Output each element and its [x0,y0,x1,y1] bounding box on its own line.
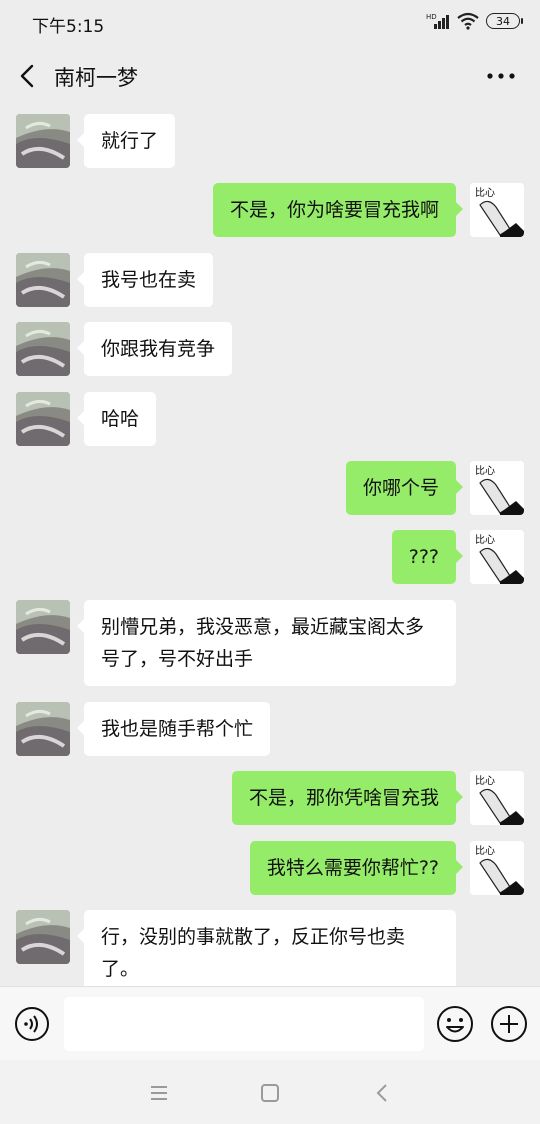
avatar[interactable] [16,114,70,168]
avatar[interactable] [16,702,70,756]
avatar-text: 比心 [475,187,495,199]
avatar-text: 比心 [475,775,495,787]
self-avatar[interactable]: 比心 [470,841,524,895]
avatar-text: 比心 [475,845,495,857]
message-list[interactable]: 就行了 比心 不是，你为啥要冒充我啊 我号也在卖 你跟我有竞争 哈哈 比心 你哪… [0,108,540,986]
message-bubble[interactable]: 你跟我有竞争 [76,322,233,376]
avatar[interactable] [16,910,70,964]
message-bubble[interactable]: 就行了 [76,114,176,168]
battery-level: 34 [496,14,510,28]
message-input[interactable] [64,997,424,1051]
battery-indicator: 34 [486,13,523,29]
more-dots-icon[interactable] [486,66,516,86]
smile-icon[interactable] [436,1005,474,1043]
message-bubble[interactable]: 不是，你为啥要冒充我啊 [212,183,464,237]
wifi-icon [457,12,479,30]
plus-icon[interactable] [490,1005,528,1043]
message-bubble[interactable]: 我特么需要你帮忙?? [249,841,464,895]
avatar[interactable] [16,253,70,307]
status-time: 下午5:15 [32,17,105,37]
self-avatar[interactable]: 比心 [470,461,524,515]
system-nav-bar [0,1060,540,1124]
message-bubble[interactable]: 你哪个号 [345,461,464,515]
message-bubble[interactable]: 别懵兄弟，我没恶意，最近藏宝阁太多号了，号不好出手 [77,600,456,686]
chat-header: 南柯一梦 [0,46,540,108]
message-bubble[interactable]: ??? [391,530,464,584]
self-avatar[interactable]: 比心 [470,771,524,825]
voice-icon[interactable] [14,1006,50,1042]
message-bubble[interactable]: 我号也在卖 [76,253,214,307]
chat-title: 南柯一梦 [54,66,138,90]
message-bubble[interactable]: 哈哈 [76,392,157,446]
status-bar: 下午5:15 HD 34 [0,0,540,46]
menu-icon[interactable] [144,1078,174,1108]
avatar[interactable] [16,322,70,376]
avatar-text: 比心 [475,534,495,546]
avatar[interactable] [16,600,70,654]
avatar-text: 比心 [475,465,495,477]
nav-back-icon[interactable] [368,1078,398,1108]
message-bubble[interactable]: 不是，那你凭啥冒充我 [231,771,464,825]
message-bubble[interactable]: 行，没别的事就散了，反正你号也卖了。 [77,910,456,986]
chevron-left-icon[interactable] [14,60,42,92]
self-avatar[interactable]: 比心 [470,183,524,237]
avatar[interactable] [16,392,70,446]
svg-text:HD: HD [426,13,437,21]
message-bubble[interactable]: 我也是随手帮个忙 [76,702,271,756]
signal-icon: HD [426,13,449,29]
input-bar [0,986,540,1060]
home-square-icon[interactable] [255,1078,285,1108]
status-icons: HD 34 [426,12,523,30]
self-avatar[interactable]: 比心 [470,530,524,584]
